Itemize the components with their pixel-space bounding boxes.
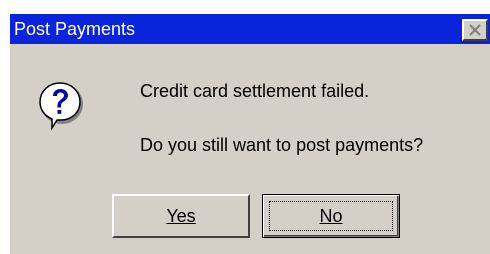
question-icon bbox=[39, 82, 83, 131]
message-line-1: Credit card settlement failed. bbox=[140, 81, 370, 101]
window-title: Post Payments bbox=[14, 19, 136, 39]
title-bar[interactable]: Post Payments bbox=[10, 14, 490, 44]
post-payments-dialog: Post Payments Credit card settlement fai… bbox=[10, 14, 490, 254]
no-button[interactable]: No bbox=[262, 194, 400, 238]
no-button-label: No bbox=[319, 206, 343, 226]
message-line-2: Do you still want to post payments? bbox=[140, 135, 424, 155]
yes-button[interactable]: Yes bbox=[112, 194, 250, 238]
focus-ring: No bbox=[269, 201, 393, 231]
close-button[interactable] bbox=[462, 19, 488, 41]
close-icon bbox=[469, 24, 481, 36]
yes-button-label: Yes bbox=[166, 206, 196, 226]
